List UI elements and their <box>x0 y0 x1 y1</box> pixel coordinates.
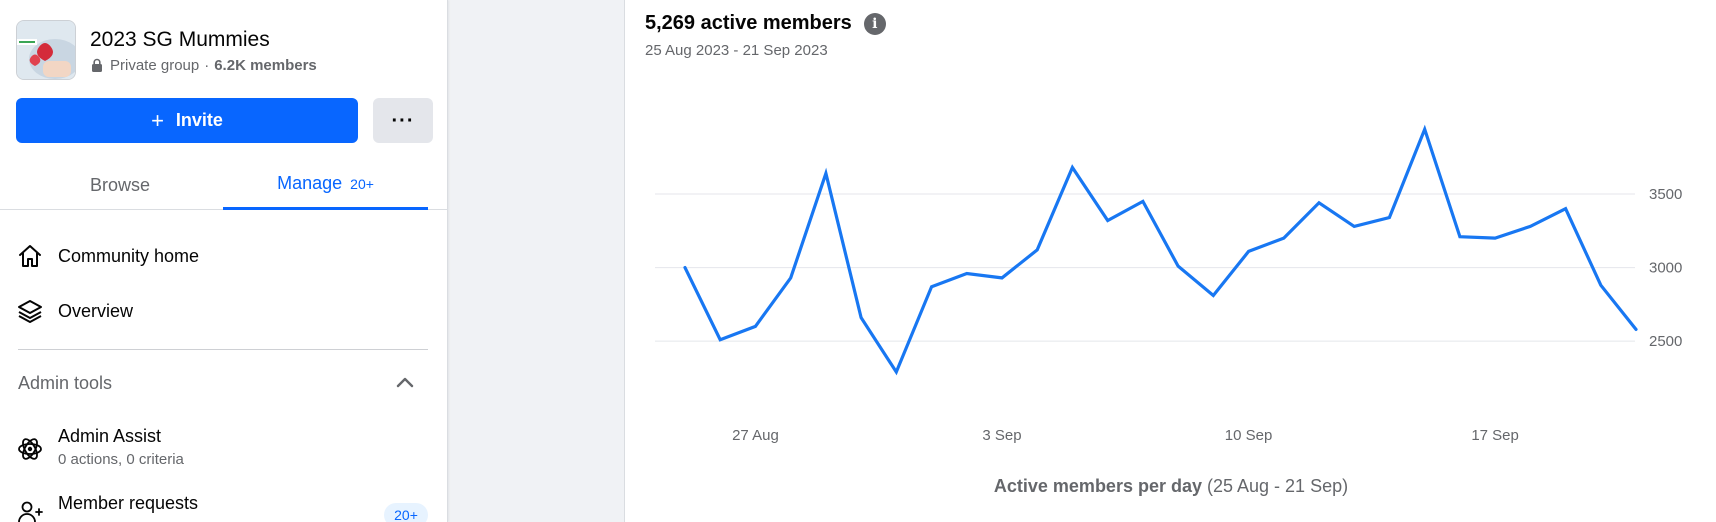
plus-icon: + <box>151 107 164 133</box>
lock-icon <box>90 58 104 72</box>
home-icon <box>16 242 44 270</box>
x-tick-label: 3 Sep <box>982 427 1021 444</box>
admin-tools-title: Admin tools <box>18 373 113 393</box>
nav-item-overview[interactable]: Overview <box>16 289 428 333</box>
data-point[interactable] <box>749 320 761 332</box>
group-meta: Private group · 6.2K members <box>90 57 317 74</box>
member-requests-name: Member requests <box>58 493 199 513</box>
data-point[interactable] <box>820 167 832 179</box>
group-cover-thumbnail[interactable] <box>16 20 76 80</box>
admin-tool-member-requests[interactable]: Member requests <box>16 492 428 522</box>
x-tick-label: 17 Sep <box>1471 427 1519 444</box>
data-point[interactable] <box>1207 290 1219 302</box>
data-point[interactable] <box>1454 231 1466 243</box>
data-point[interactable] <box>1243 245 1255 257</box>
x-tick-label: 27 Aug <box>732 427 779 444</box>
data-point[interactable] <box>926 281 938 293</box>
y-tick-label: 3000 <box>1649 260 1682 277</box>
admin-assist-name: Admin Assist <box>58 426 162 446</box>
invite-label: Invite <box>175 110 223 130</box>
data-point[interactable] <box>1348 220 1360 232</box>
group-header: 2023 SG Mummies Private group · 6.2K mem… <box>16 20 317 80</box>
series-line <box>683 124 1638 376</box>
admin-assist-icon <box>16 435 44 463</box>
caption-range: (25 Aug - 21 Sep) <box>1202 476 1349 496</box>
group-member-count: 6.2K members <box>214 56 317 74</box>
data-point[interactable] <box>1278 232 1290 244</box>
y-tick-label: 3500 <box>1649 186 1682 203</box>
sidebar-divider <box>18 349 428 350</box>
tab-manage-label: Manage <box>277 173 343 193</box>
member-requests-badge: 20+ <box>384 503 428 522</box>
admin-tools-header[interactable]: Admin tools <box>18 373 428 394</box>
nav-label-overview: Overview <box>58 300 134 321</box>
data-point[interactable] <box>1313 197 1325 209</box>
tab-manage[interactable]: Manage 20+ <box>223 160 428 210</box>
data-point[interactable] <box>855 312 867 324</box>
data-point[interactable] <box>961 267 973 279</box>
more-icon: ··· <box>391 109 415 132</box>
group-sidebar: 2023 SG Mummies Private group · 6.2K mem… <box>0 0 448 522</box>
x-tick-label: 10 Sep <box>1225 427 1273 444</box>
layers-icon <box>16 297 44 325</box>
y-tick-label: 2500 <box>1649 333 1682 350</box>
data-point[interactable] <box>1383 212 1395 224</box>
data-point[interactable] <box>1066 162 1078 174</box>
nav-label-community-home: Community home <box>58 245 200 266</box>
data-point[interactable] <box>1630 323 1642 335</box>
tab-manage-badge: 20+ <box>350 175 374 192</box>
chart-caption: Active members per day (25 Aug - 21 Sep) <box>625 476 1716 497</box>
sidebar-tabs: Browse Manage 20+ <box>0 160 447 210</box>
data-point[interactable] <box>1489 232 1501 244</box>
data-point[interactable] <box>1595 279 1607 291</box>
group-privacy: Private group <box>110 56 200 74</box>
data-point[interactable] <box>1031 244 1043 256</box>
data-point[interactable] <box>1172 260 1184 272</box>
data-point[interactable] <box>996 272 1008 284</box>
meta-separator: · <box>204 56 210 74</box>
data-point[interactable] <box>1137 195 1149 207</box>
data-point[interactable] <box>1419 123 1431 135</box>
tab-browse[interactable]: Browse <box>16 160 224 210</box>
admin-tool-admin-assist[interactable]: Admin Assist 0 actions, 0 criteria <box>16 425 428 468</box>
chevron-up-icon <box>396 375 414 393</box>
active-members-chart: 2500 3000 3500 27 Aug 3 Sep 10 Sep 17 Sep <box>655 123 1682 444</box>
active-members-card: 5,269 active members i 25 Aug 2023 - 21 … <box>624 0 1716 522</box>
data-point[interactable] <box>679 262 691 274</box>
group-name[interactable]: 2023 SG Mummies <box>90 27 317 53</box>
caption-bold: Active members per day <box>993 476 1202 496</box>
nav-item-community-home[interactable]: Community home <box>16 234 428 278</box>
data-point[interactable] <box>890 366 902 378</box>
data-point[interactable] <box>714 334 726 346</box>
more-options-button[interactable]: ··· <box>373 98 433 143</box>
data-point[interactable] <box>1560 203 1572 215</box>
data-point[interactable] <box>1524 220 1536 232</box>
invite-button[interactable]: + Invite <box>16 98 358 143</box>
tab-browse-label: Browse <box>89 174 151 195</box>
data-point[interactable] <box>1102 214 1114 226</box>
data-point[interactable] <box>785 272 797 284</box>
group-info: 2023 SG Mummies Private group · 6.2K mem… <box>90 27 317 74</box>
admin-assist-sub: 0 actions, 0 criteria <box>58 451 184 468</box>
member-requests-icon <box>16 498 44 522</box>
admin-assist-text: Admin Assist 0 actions, 0 criteria <box>58 425 184 468</box>
